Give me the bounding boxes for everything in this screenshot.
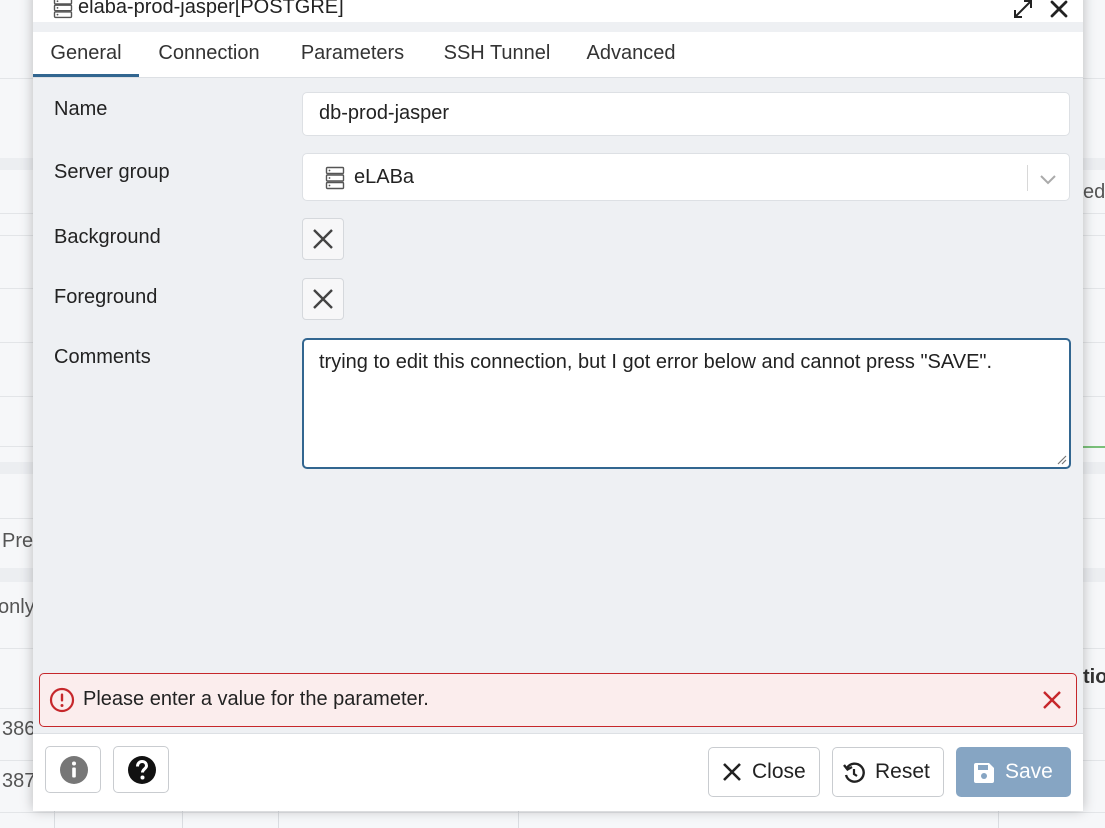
bg-fragment-386: 386 [2,718,36,740]
x-icon [723,763,741,781]
dialog-title: elaba-prod-jasper[POSTGRE] [78,0,344,18]
server-group-value: eLABa [354,166,415,188]
error-message-bar: Please enter a value for the parameter. [39,673,1077,727]
comments-text: trying to edit this connection, but I go… [319,351,993,373]
server-icon [325,166,345,190]
bg-fragment-pre: Pre [2,530,34,552]
reset-button-label: Reset [875,760,930,783]
tab-bar: General Connection Parameters SSH Tunnel… [33,32,1083,78]
close-button[interactable]: Close [708,747,820,797]
tab-advanced[interactable]: Advanced [577,32,685,77]
comments-textarea[interactable]: trying to edit this connection, but I go… [302,338,1071,469]
bg-fragment-387: 387 [2,770,36,792]
comments-label: Comments [54,346,151,368]
save-button-label: Save [1005,760,1053,783]
chevron-down-icon[interactable] [1037,168,1059,190]
dialog-footer: Close Reset Save [33,733,1083,811]
save-icon [974,763,994,783]
info-button[interactable] [45,746,101,793]
tab-connection[interactable]: Connection [147,32,271,77]
x-icon [313,229,333,249]
server-group-label: Server group [54,161,170,183]
reset-icon [843,762,865,783]
tab-parameters[interactable]: Parameters [289,32,416,77]
background-color-picker[interactable] [302,218,344,260]
tab-general[interactable]: General [33,32,139,77]
name-input[interactable]: db-prod-jasper [302,92,1070,136]
close-icon[interactable] [1041,689,1063,711]
bg-fragment-ed: ed [1083,181,1105,203]
dialog-titlebar[interactable]: elaba-prod-jasper[POSTGRE] [33,0,1083,22]
error-message: Please enter a value for the parameter. [83,688,429,710]
server-icon [53,0,73,19]
background-label: Background [54,226,161,248]
close-icon[interactable] [1048,0,1070,20]
resize-grip-icon[interactable] [1055,453,1067,465]
help-button[interactable] [113,746,169,793]
foreground-color-picker[interactable] [302,278,344,320]
foreground-label: Foreground [54,286,158,308]
select-separator [1027,165,1028,191]
tab-ssh-tunnel[interactable]: SSH Tunnel [433,32,561,77]
server-group-select[interactable]: eLABa [302,153,1070,201]
reset-button[interactable]: Reset [832,747,944,797]
bg-fragment-only: only [0,596,35,618]
save-button[interactable]: Save [956,747,1071,797]
help-icon [128,756,156,784]
server-properties-dialog: elaba-prod-jasper[POSTGRE] General Conne… [33,0,1083,811]
info-icon [60,756,88,784]
expand-icon[interactable] [1012,0,1034,20]
bg-fragment-tio: tio [1083,666,1105,688]
name-label: Name [54,98,108,120]
alert-circle-icon [49,687,75,713]
close-button-label: Close [752,760,806,783]
x-icon [313,289,333,309]
